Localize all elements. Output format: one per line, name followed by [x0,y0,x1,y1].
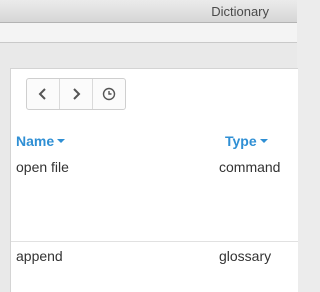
caret-down-icon [57,139,66,143]
type-column-header[interactable]: Type [225,133,268,149]
chevron-right-icon [73,88,81,100]
row-2-name[interactable]: append [16,248,63,264]
navigation-button-group [26,78,126,110]
dictionary-panel: Name Type open file command append gloss… [10,68,298,292]
back-button[interactable] [27,79,60,109]
window-title: Dictionary [211,4,269,19]
name-column-header[interactable]: Name [16,133,66,149]
row-2-type: glossary [219,248,272,264]
row-1-type: command [219,159,281,175]
toolbar-strip [0,23,297,43]
name-column-label: Name [16,133,55,149]
clock-icon [102,87,116,101]
type-column-label: Type [225,133,257,149]
chevron-left-icon [38,88,46,100]
forward-button[interactable] [60,79,93,109]
title-bar: Dictionary [0,0,297,23]
row-divider [11,241,298,242]
caret-down-icon [259,139,268,143]
dictionary-window: Dictionary Name Type open file command a… [0,0,298,292]
row-1-name[interactable]: open file [16,159,69,175]
history-button[interactable] [93,79,125,109]
